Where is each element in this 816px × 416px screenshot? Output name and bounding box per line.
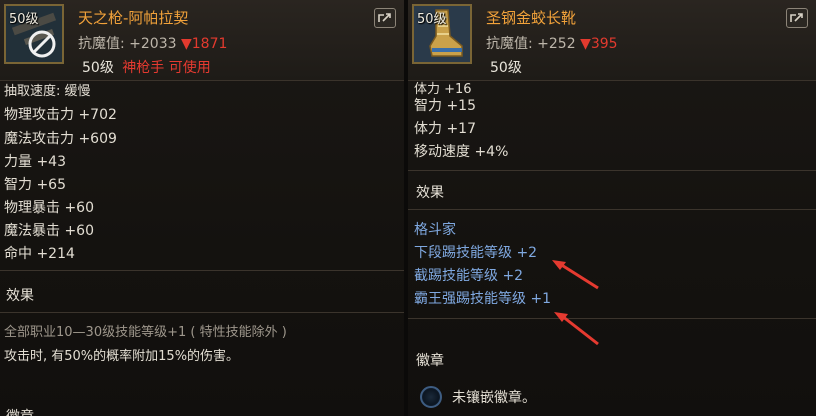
left-separator bbox=[0, 312, 404, 313]
left-item-stat: 抗魔值: +2033 ▼1871 bbox=[78, 33, 227, 53]
red-arrow-annotation bbox=[554, 312, 599, 346]
right-stat-row: 移动速度 +4% bbox=[414, 144, 509, 160]
right-effects-title: 效果 bbox=[416, 185, 444, 201]
left-effect-row: 全部职业10—30级技能等级+1 ( 特性技能除外 ) bbox=[4, 325, 287, 340]
export-icon bbox=[378, 13, 391, 22]
right-item-icon: 50级 bbox=[412, 4, 472, 64]
left-class-requirement: 神枪手 可使用 bbox=[122, 60, 211, 76]
left-stat-label: 抗魔值: bbox=[78, 36, 125, 52]
right-effect-row: 霸王强踢技能等级 +1 bbox=[414, 291, 552, 307]
left-export-button[interactable] bbox=[374, 8, 396, 28]
left-top-partial: 抽取速度: 缓慢 bbox=[4, 84, 91, 99]
right-effect-row: 格斗家 bbox=[414, 222, 456, 238]
right-item-header: 50级 圣钢金蛟长靴 抗魔值: +252 ▼395 50级 bbox=[408, 0, 816, 81]
left-item-level: 50级 bbox=[82, 60, 114, 76]
left-stat-row: 魔法攻击力 +609 bbox=[4, 131, 117, 147]
left-item-level-line: 50级 神枪手 可使用 bbox=[82, 57, 211, 77]
left-stat-row: 智力 +65 bbox=[4, 177, 66, 193]
left-stat-value: +2033 bbox=[129, 36, 177, 52]
left-level-badge: 50级 bbox=[9, 12, 39, 27]
right-emblem-title: 徽章 bbox=[416, 353, 444, 369]
right-export-button[interactable] bbox=[786, 8, 808, 28]
left-stat-row: 力量 +43 bbox=[4, 154, 66, 170]
right-stat-row: 智力 +15 bbox=[414, 98, 476, 114]
right-emblem-text: 未镶嵌徽章。 bbox=[452, 390, 536, 406]
red-arrow-annotation bbox=[552, 260, 599, 290]
left-item-header: 50级 天之枪-阿帕拉契 抗魔值: +2033 ▼1871 50级 神枪手 可使… bbox=[0, 0, 404, 81]
left-stat-row: 命中 +214 bbox=[4, 246, 75, 262]
right-item-level: 50级 bbox=[490, 60, 522, 76]
left-item-name: 天之枪-阿帕拉契 bbox=[78, 9, 189, 27]
right-effect-row: 截踢技能等级 +2 bbox=[414, 268, 524, 284]
right-stat-delta: ▼395 bbox=[580, 36, 618, 52]
left-separator bbox=[0, 270, 404, 271]
left-stat-row: 魔法暴击 +60 bbox=[4, 223, 94, 239]
left-effect-row: 攻击时, 有50%的概率附加15%的伤害。 bbox=[4, 349, 240, 364]
left-stat-row: 物理攻击力 +702 bbox=[4, 107, 117, 123]
right-item-tooltip: 50级 圣钢金蛟长靴 抗魔值: +252 ▼395 50级 体力 +16 智力 … bbox=[408, 0, 816, 416]
right-item-level-line: 50级 bbox=[490, 57, 522, 77]
left-effects-title: 效果 bbox=[6, 288, 34, 304]
left-stat-row: 物理暴击 +60 bbox=[4, 200, 94, 216]
export-icon bbox=[790, 13, 803, 22]
right-item-stat: 抗魔值: +252 ▼395 bbox=[486, 33, 618, 53]
right-stat-value: +252 bbox=[537, 36, 576, 52]
right-separator bbox=[408, 170, 816, 171]
right-level-badge: 50级 bbox=[417, 12, 447, 27]
left-item-tooltip: 50级 天之枪-阿帕拉契 抗魔值: +2033 ▼1871 50级 神枪手 可使… bbox=[0, 0, 404, 416]
right-stat-row: 体力 +17 bbox=[414, 121, 476, 137]
right-separator bbox=[408, 209, 816, 210]
left-item-icon: 50级 bbox=[4, 4, 64, 64]
right-effect-row: 下段踢技能等级 +2 bbox=[414, 245, 538, 261]
emblem-slot-icon[interactable] bbox=[420, 386, 442, 408]
left-stat-delta: ▼1871 bbox=[180, 36, 228, 52]
right-stat-label: 抗魔值: bbox=[486, 36, 533, 52]
left-bottom-partial: 徽章 bbox=[6, 406, 34, 416]
right-separator bbox=[408, 318, 816, 319]
right-item-name: 圣钢金蛟长靴 bbox=[486, 9, 577, 27]
